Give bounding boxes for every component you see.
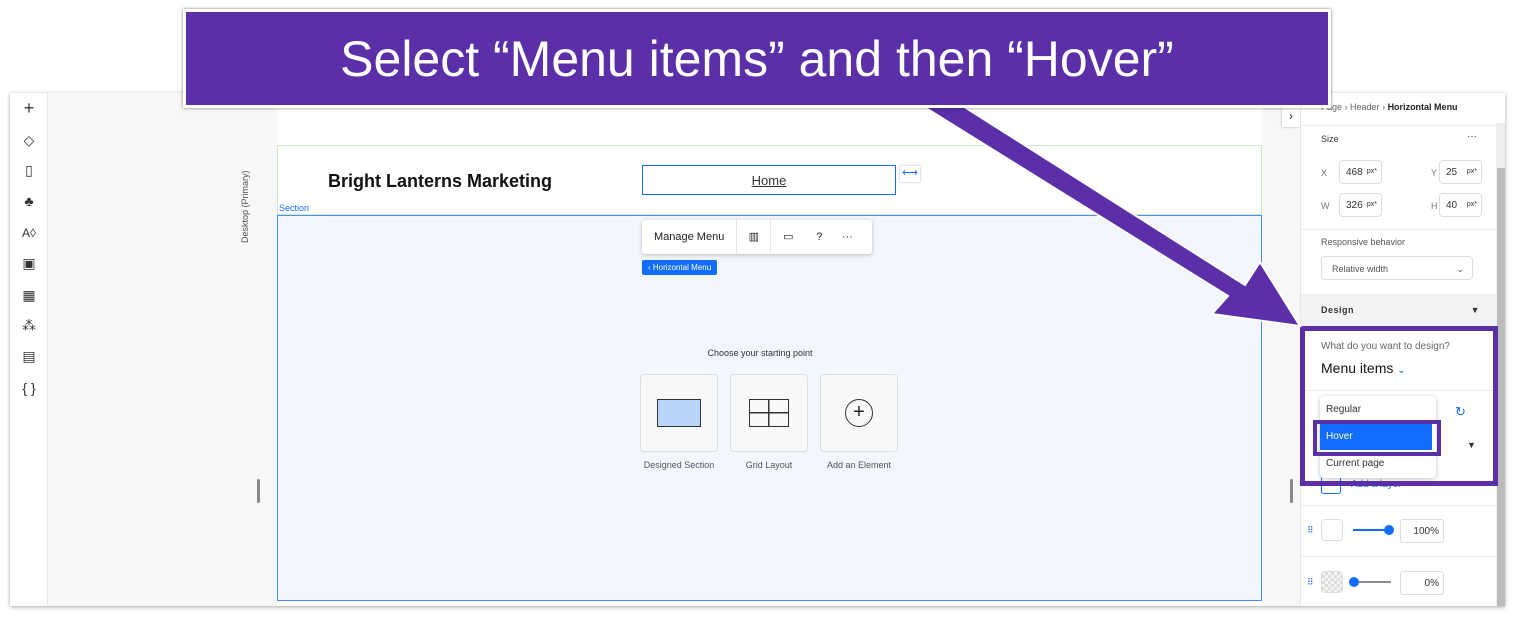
instruction-banner: Select “Menu items” and then “Hover” bbox=[183, 9, 1331, 108]
